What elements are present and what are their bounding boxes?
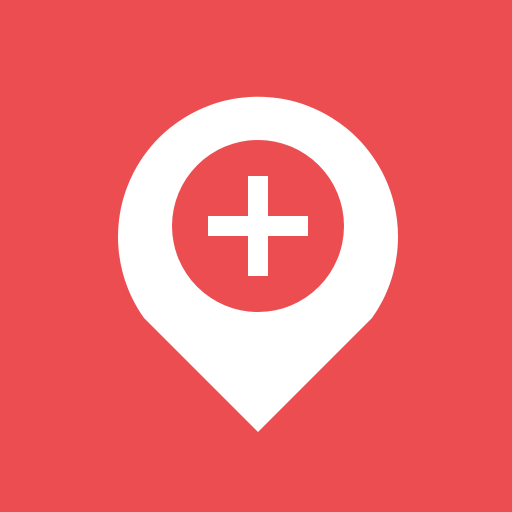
map-pin-plus-icon xyxy=(118,96,398,433)
app-icon-background xyxy=(0,0,512,512)
plus-horizontal-bar xyxy=(208,216,308,236)
